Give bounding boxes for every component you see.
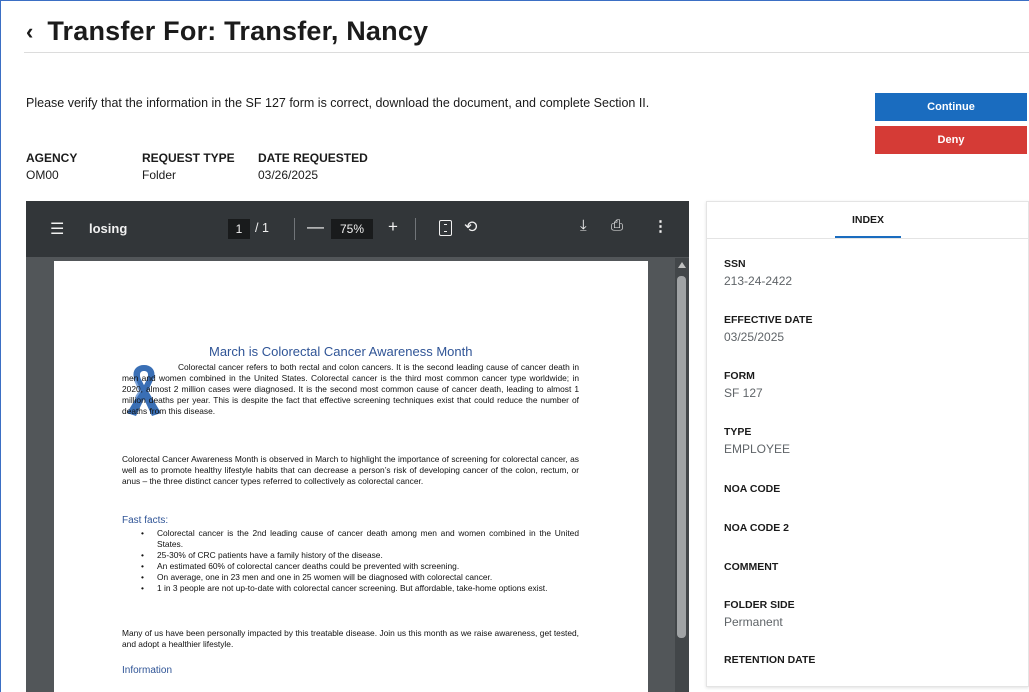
field-comment: COMMENT [724,561,778,577]
scroll-up-arrow-icon[interactable] [678,262,686,268]
field-value: SF 127 [724,386,763,400]
field-label: NOA CODE [724,483,781,495]
toolbar-divider [294,218,295,240]
request-type-value: Folder [142,168,177,182]
toolbar-divider [415,218,416,240]
field-label: SSN [724,258,746,270]
deny-button[interactable]: Deny [875,126,1027,154]
header-divider [24,52,1029,53]
date-requested-label: DATE REQUESTED [258,151,368,165]
page-total: / 1 [255,221,269,235]
index-panel: INDEX SSN 213-24-2422 EFFECTIVE DATE 03/… [706,201,1029,687]
page-title: Transfer For: Transfer, Nancy [47,16,429,46]
fit-page-icon[interactable] [439,220,452,236]
field-label: RETENTION DATE [724,654,816,666]
continue-button[interactable]: Continue [875,93,1027,121]
document-name: losing [89,221,128,236]
field-retention-date: RETENTION DATE [724,654,815,670]
list-item: Colorectal cancer is the 2nd leading cau… [141,528,579,550]
pdf-viewer: ☰ losing 1 / 1 — 75% + ⟲ ⤓ ⎙ ⋮ March is … [26,201,689,692]
field-ssn: SSN 213-24-2422 [724,258,792,288]
date-requested-value: 03/26/2025 [258,168,319,182]
zoom-input[interactable]: 75% [331,219,373,239]
rotate-icon[interactable]: ⟲ [464,217,477,237]
field-label: FOLDER SIDE [724,599,795,611]
tab-divider [707,238,1028,239]
field-folder-side: FOLDER SIDE Permanent [724,599,795,629]
page-header: ‹ Transfer For: Transfer, Nancy [26,16,428,47]
zoom-out-icon[interactable]: — [307,217,324,237]
list-item: 1 in 3 people are not up-to-date with co… [141,583,579,594]
scroll-thumb[interactable] [677,276,686,638]
zoom-in-icon[interactable]: + [388,217,398,237]
agency-info: AGENCY OM00 [26,151,77,182]
paragraph-awareness: Colorectal Cancer Awareness Month is obs… [122,454,579,486]
field-value: 213-24-2422 [724,274,793,288]
paragraph-closing: Many of us have been personally impacted… [122,628,579,649]
pdf-toolbar: ☰ losing 1 / 1 — 75% + ⟲ ⤓ ⎙ ⋮ [26,201,689,257]
download-icon[interactable]: ⤓ [580,217,587,234]
field-label: NOA CODE 2 [724,522,789,534]
viewer-scrollbar[interactable] [675,258,689,692]
field-form: FORM SF 127 [724,370,763,400]
information-heading: Information [122,665,173,676]
page-number-input[interactable]: 1 [228,219,250,239]
more-options-icon[interactable]: ⋮ [653,217,668,235]
request-type-label: REQUEST TYPE [142,151,235,165]
pdf-page: March is Colorectal Cancer Awareness Mon… [54,261,648,692]
field-label: FORM [724,370,755,382]
field-noa-code: NOA CODE [724,483,780,499]
list-item: On average, one in 23 men and one in 25 … [141,572,579,583]
document-title: March is Colorectal Cancer Awareness Mon… [209,344,473,359]
field-effective-date: EFFECTIVE DATE 03/25/2025 [724,314,812,344]
field-noa-code-2: NOA CODE 2 [724,522,789,538]
list-item: 25-30% of CRC patients have a family his… [141,550,579,561]
field-label: EFFECTIVE DATE [724,314,813,326]
print-icon[interactable]: ⎙ [611,217,623,234]
field-label: TYPE [724,426,752,438]
back-chevron-icon[interactable]: ‹ [26,20,33,43]
request-type-info: REQUEST TYPE Folder [142,151,235,182]
tab-index[interactable]: INDEX [835,202,901,238]
field-value: 03/25/2025 [724,330,785,344]
list-item: An estimated 60% of colorectal cancer de… [141,561,579,572]
field-value: EMPLOYEE [724,442,791,456]
paragraph-intro: Colorectal cancer refers to both rectal … [122,362,579,417]
field-type: TYPE EMPLOYEE [724,426,790,456]
paragraph-intro-text: Colorectal cancer refers to both rectal … [122,362,579,416]
menu-icon[interactable]: ☰ [50,219,64,239]
field-label: COMMENT [724,561,779,573]
agency-value: OM00 [26,168,59,182]
instructions-text: Please verify that the information in th… [26,96,650,110]
fast-facts-list: Colorectal cancer is the 2nd leading cau… [141,528,579,594]
fast-facts-heading: Fast facts: [122,515,169,526]
field-value: Permanent [724,615,783,629]
date-requested-info: DATE REQUESTED 03/26/2025 [258,151,368,182]
agency-label: AGENCY [26,151,78,165]
